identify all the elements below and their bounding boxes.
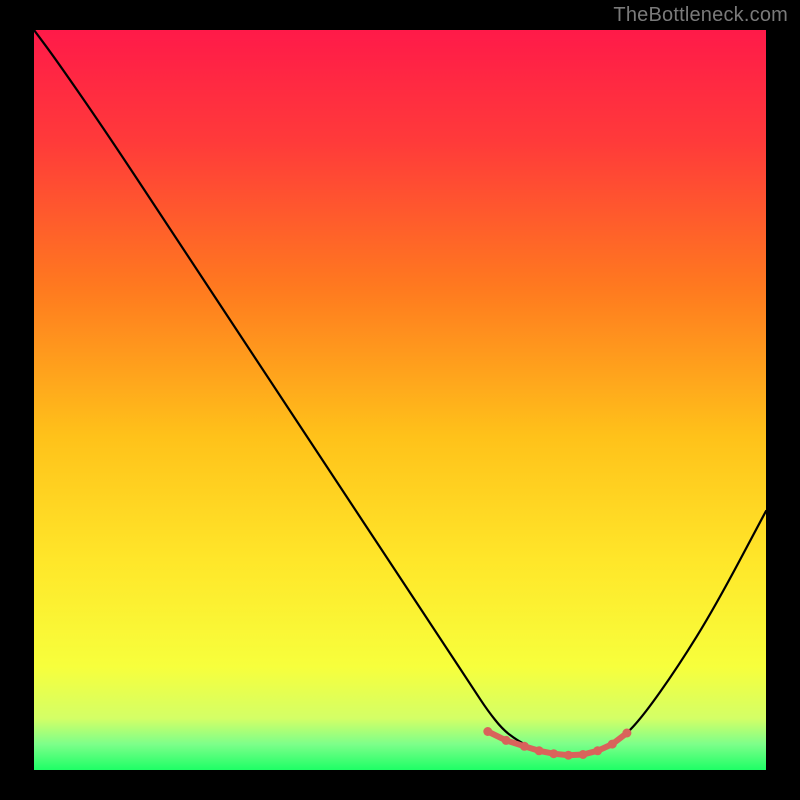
optimum-dot [564, 751, 573, 760]
optimum-dot [593, 746, 602, 755]
watermark-text: TheBottleneck.com [613, 4, 788, 27]
optimum-dot [608, 740, 617, 749]
optimum-dot [549, 749, 558, 758]
gradient-background [34, 30, 766, 770]
optimum-dot [520, 742, 529, 751]
plot-svg [34, 30, 766, 770]
optimum-dot [502, 736, 511, 745]
chart-frame: TheBottleneck.com [0, 0, 800, 800]
plot-area [34, 30, 766, 770]
optimum-dot [579, 750, 588, 759]
optimum-dot [483, 727, 492, 736]
optimum-dot [535, 746, 544, 755]
optimum-dot [622, 729, 631, 738]
